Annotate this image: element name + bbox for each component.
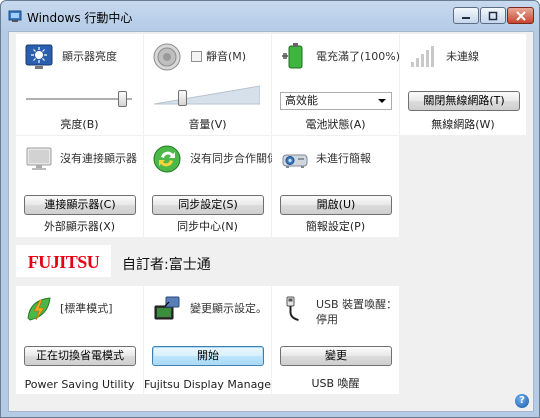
sync-icon[interactable]: [152, 144, 182, 174]
power-plan-select[interactable]: 高效能: [280, 92, 392, 110]
title-bar[interactable]: Windows 行動中心: [1, 1, 539, 31]
close-button[interactable]: [507, 7, 534, 24]
sync-settings-button[interactable]: 同步設定(S): [152, 195, 264, 215]
presentation-label: 簡報設定(P): [305, 220, 366, 233]
signal-bars-icon[interactable]: [408, 42, 438, 72]
display-text: 沒有連接顯示器: [60, 152, 137, 165]
display-manager-label: Fujitsu Display Manager: [144, 378, 276, 391]
connect-display-button[interactable]: 連接顯示器(C): [24, 195, 136, 215]
fujitsu-logo: FUJITSU: [27, 252, 100, 272]
usb-wakeup-tile: USB 裝置喚醒： 停用 變更 USB 喚醒: [272, 286, 399, 394]
power-saving-text: [標準模式]: [60, 302, 113, 315]
display-label: 外部顯示器(X): [43, 220, 116, 233]
usb-wakeup-text-1: USB 裝置喚醒：: [316, 298, 398, 311]
mute-checkbox[interactable]: [191, 51, 202, 62]
wireless-text: 未連線: [446, 50, 479, 63]
usb-wakeup-label: USB 喚醒: [311, 377, 360, 390]
volume-label: 音量(V): [188, 118, 227, 131]
volume-slider-thumb[interactable]: [178, 90, 188, 106]
power-plan-value: 高效能: [285, 94, 318, 107]
projector-icon[interactable]: [280, 144, 310, 174]
disable-wireless-button[interactable]: 關閉無線網路(T): [408, 91, 520, 111]
usb-cable-icon[interactable]: [280, 294, 310, 324]
presentation-tile: 未進行簡報 開啟(U) 簡報設定(P): [272, 136, 399, 237]
close-icon: [515, 10, 526, 21]
battery-label: 電池狀態(A): [305, 118, 366, 131]
presentation-text: 未進行簡報: [316, 152, 371, 165]
brightness-icon[interactable]: [24, 42, 54, 72]
brightness-slider[interactable]: [26, 98, 132, 101]
sync-text: 沒有同步合作關係: [190, 152, 278, 165]
volume-ramp: [154, 85, 260, 105]
presentation-on-button[interactable]: 開啟(U): [280, 195, 392, 215]
wireless-tile: 未連線 關閉無線網路(T) 無線網路(W): [400, 34, 526, 135]
mute-label: 靜音(M): [206, 50, 247, 63]
mobility-center-app-icon: [8, 10, 22, 22]
maximize-button[interactable]: [480, 7, 506, 24]
minimize-icon: [462, 16, 470, 19]
usb-wakeup-change-button[interactable]: 變更: [280, 346, 392, 366]
display-manager-icon[interactable]: [152, 294, 182, 324]
wireless-label: 無線網路(W): [431, 118, 495, 131]
battery-tile: 電充滿了(100%) 高效能 電池狀態(A): [272, 34, 401, 135]
help-icon[interactable]: ?: [515, 394, 529, 408]
window-title: Windows 行動中心: [27, 11, 133, 25]
sync-tile: 沒有同步合作關係 同步設定(S) 同步中心(N): [144, 136, 278, 237]
mobility-center-window: Windows 行動中心 顯示器亮度 亮度(B) 靜音(M) 音量(V) 電充滿…: [0, 0, 540, 418]
minimize-button[interactable]: [453, 7, 479, 24]
battery-plug-icon[interactable]: [280, 42, 310, 72]
customized-by-text: 自訂者:富士通: [122, 257, 211, 273]
fujitsu-logo-box: FUJITSU: [16, 245, 111, 277]
brightness-slider-thumb[interactable]: [118, 91, 128, 107]
usb-wakeup-text-2: 停用: [316, 313, 338, 326]
battery-text: 電充滿了(100%): [316, 50, 401, 63]
eco-power-icon[interactable]: [24, 294, 54, 324]
brightness-tile: 顯示器亮度 亮度(B): [16, 34, 143, 135]
volume-tile: 靜音(M) 音量(V): [144, 34, 271, 135]
monitor-icon[interactable]: [24, 144, 54, 174]
power-saving-tile: [標準模式] 正在切換省電模式 Power Saving Utility: [16, 286, 143, 394]
chevron-down-icon: [378, 99, 386, 103]
client-area: 顯示器亮度 亮度(B) 靜音(M) 音量(V) 電充滿了(100%) 高效能 電…: [8, 31, 534, 412]
display-tile: 沒有連接顯示器 連接顯示器(C) 外部顯示器(X): [16, 136, 143, 237]
display-manager-text: 變更顯示設定。: [190, 302, 267, 315]
switch-power-mode-button[interactable]: 正在切換省電模式: [24, 346, 136, 366]
speaker-icon[interactable]: [152, 42, 182, 72]
power-saving-label: Power Saving Utility: [24, 378, 135, 391]
sync-label: 同步中心(N): [177, 220, 238, 233]
display-manager-tile: 變更顯示設定。 開始 Fujitsu Display Manager: [144, 286, 276, 394]
start-display-manager-button[interactable]: 開始: [152, 346, 264, 366]
brightness-label: 亮度(B): [60, 118, 99, 131]
brightness-text: 顯示器亮度: [62, 50, 117, 63]
maximize-icon: [488, 11, 498, 20]
